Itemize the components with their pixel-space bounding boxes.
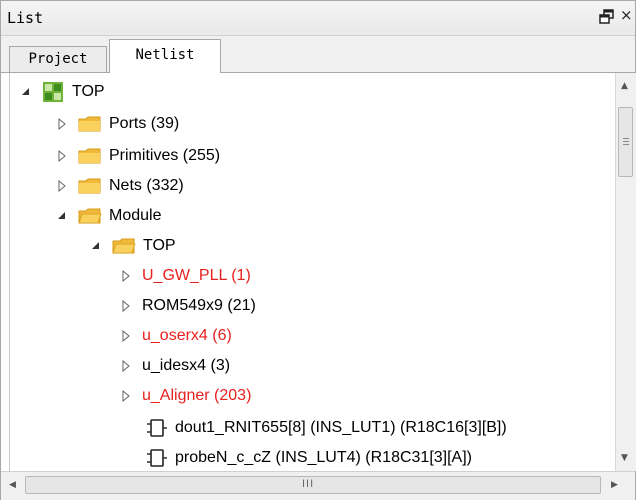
- scroll-down-arrow-icon[interactable]: ▼: [621, 453, 628, 463]
- restore-icon[interactable]: [599, 8, 615, 26]
- netlist-tree: TOP Ports (39) Primitives (255) Nets (33…: [9, 73, 614, 471]
- scroll-left-arrow-icon[interactable]: ◀: [9, 480, 16, 490]
- scroll-grip: III: [302, 478, 315, 490]
- tree-node-label: TOP: [143, 237, 176, 254]
- tree-node-label: Module: [109, 207, 162, 224]
- expand-arrow-icon[interactable]: [54, 116, 70, 132]
- vertical-scroll-thumb[interactable]: [618, 107, 633, 177]
- collapse-arrow-icon[interactable]: [18, 84, 34, 100]
- folder-icon: [78, 178, 102, 194]
- tree-node-primitives[interactable]: Primitives (255): [54, 141, 220, 171]
- panel-title: List: [7, 9, 44, 27]
- tree-node-rom549x9[interactable]: ROM549x9 (21): [118, 291, 256, 321]
- expand-arrow-icon[interactable]: [118, 268, 134, 284]
- tree-node-u-aligner[interactable]: u_Aligner (203): [118, 381, 251, 411]
- scroll-up-arrow-icon[interactable]: ▲: [621, 81, 628, 91]
- expand-arrow-icon[interactable]: [54, 148, 70, 164]
- tree-node-label: U_GW_PLL (1): [142, 267, 251, 284]
- horizontal-scrollbar[interactable]: ◀ III ▶: [1, 471, 635, 500]
- folder-open-icon: [78, 208, 102, 224]
- folder-icon: [78, 148, 102, 164]
- folder-icon: [78, 116, 102, 132]
- design-chip-icon: [42, 81, 64, 103]
- tab-project[interactable]: Project: [9, 46, 107, 72]
- expand-arrow-icon[interactable]: [118, 328, 134, 344]
- tree-node-label: TOP: [72, 83, 105, 100]
- tree-node-label: u_idesx4 (3): [142, 357, 231, 374]
- tree-node-u-gw-pll[interactable]: U_GW_PLL (1): [118, 261, 251, 291]
- tab-strip: Project Netlist: [1, 36, 635, 73]
- instance-chip-icon: [146, 447, 168, 469]
- tree-node-label: probeN_c_cZ (INS_LUT4) (R18C31[3][A]): [175, 449, 472, 466]
- horizontal-scroll-thumb[interactable]: III: [25, 476, 601, 494]
- tree-node-module[interactable]: Module: [54, 201, 161, 231]
- tree-node-label: u_oserx4 (6): [142, 327, 232, 344]
- tree-node-label: dout1_RNIT655[8] (INS_LUT1) (R18C16[3][B…: [175, 419, 507, 436]
- expand-arrow-icon[interactable]: [118, 298, 134, 314]
- tree-node-ports[interactable]: Ports (39): [54, 109, 179, 139]
- tree-node-label: Primitives (255): [109, 147, 221, 164]
- tree-node-label: ROM549x9 (21): [142, 297, 256, 314]
- tree-node-label: Ports (39): [109, 115, 180, 132]
- tree-node-top[interactable]: TOP: [18, 77, 105, 107]
- folder-open-icon: [112, 238, 136, 254]
- tree-node-u-oserx4[interactable]: u_oserx4 (6): [118, 321, 232, 351]
- scroll-right-arrow-icon[interactable]: ▶: [611, 480, 618, 490]
- tree-node-label: u_Aligner (203): [142, 387, 252, 404]
- collapse-arrow-icon[interactable]: [54, 208, 70, 224]
- tree-node-instance[interactable]: dout1_RNIT655[8] (INS_LUT1) (R18C16[3][B…: [146, 413, 507, 443]
- expand-arrow-icon[interactable]: [118, 388, 134, 404]
- collapse-arrow-icon[interactable]: [88, 238, 104, 254]
- panel-titlebar: List ×: [1, 1, 635, 36]
- tab-netlist[interactable]: Netlist: [109, 39, 221, 73]
- vertical-scrollbar[interactable]: ▲ ▼: [615, 73, 636, 471]
- tree-node-instance[interactable]: probeN_c_cZ (INS_LUT4) (R18C31[3][A]): [146, 443, 472, 471]
- close-icon[interactable]: ×: [620, 6, 633, 24]
- tree-node-nets[interactable]: Nets (332): [54, 171, 184, 201]
- expand-arrow-icon[interactable]: [54, 178, 70, 194]
- list-panel: List × Project Netlist TOP Ports (39) Pr…: [0, 0, 636, 500]
- expand-arrow-icon[interactable]: [118, 358, 134, 374]
- tree-node-u-idesx4[interactable]: u_idesx4 (3): [118, 351, 230, 381]
- instance-chip-icon: [146, 417, 168, 439]
- tree-node-module-top[interactable]: TOP: [88, 231, 176, 261]
- tree-node-label: Nets (332): [109, 177, 184, 194]
